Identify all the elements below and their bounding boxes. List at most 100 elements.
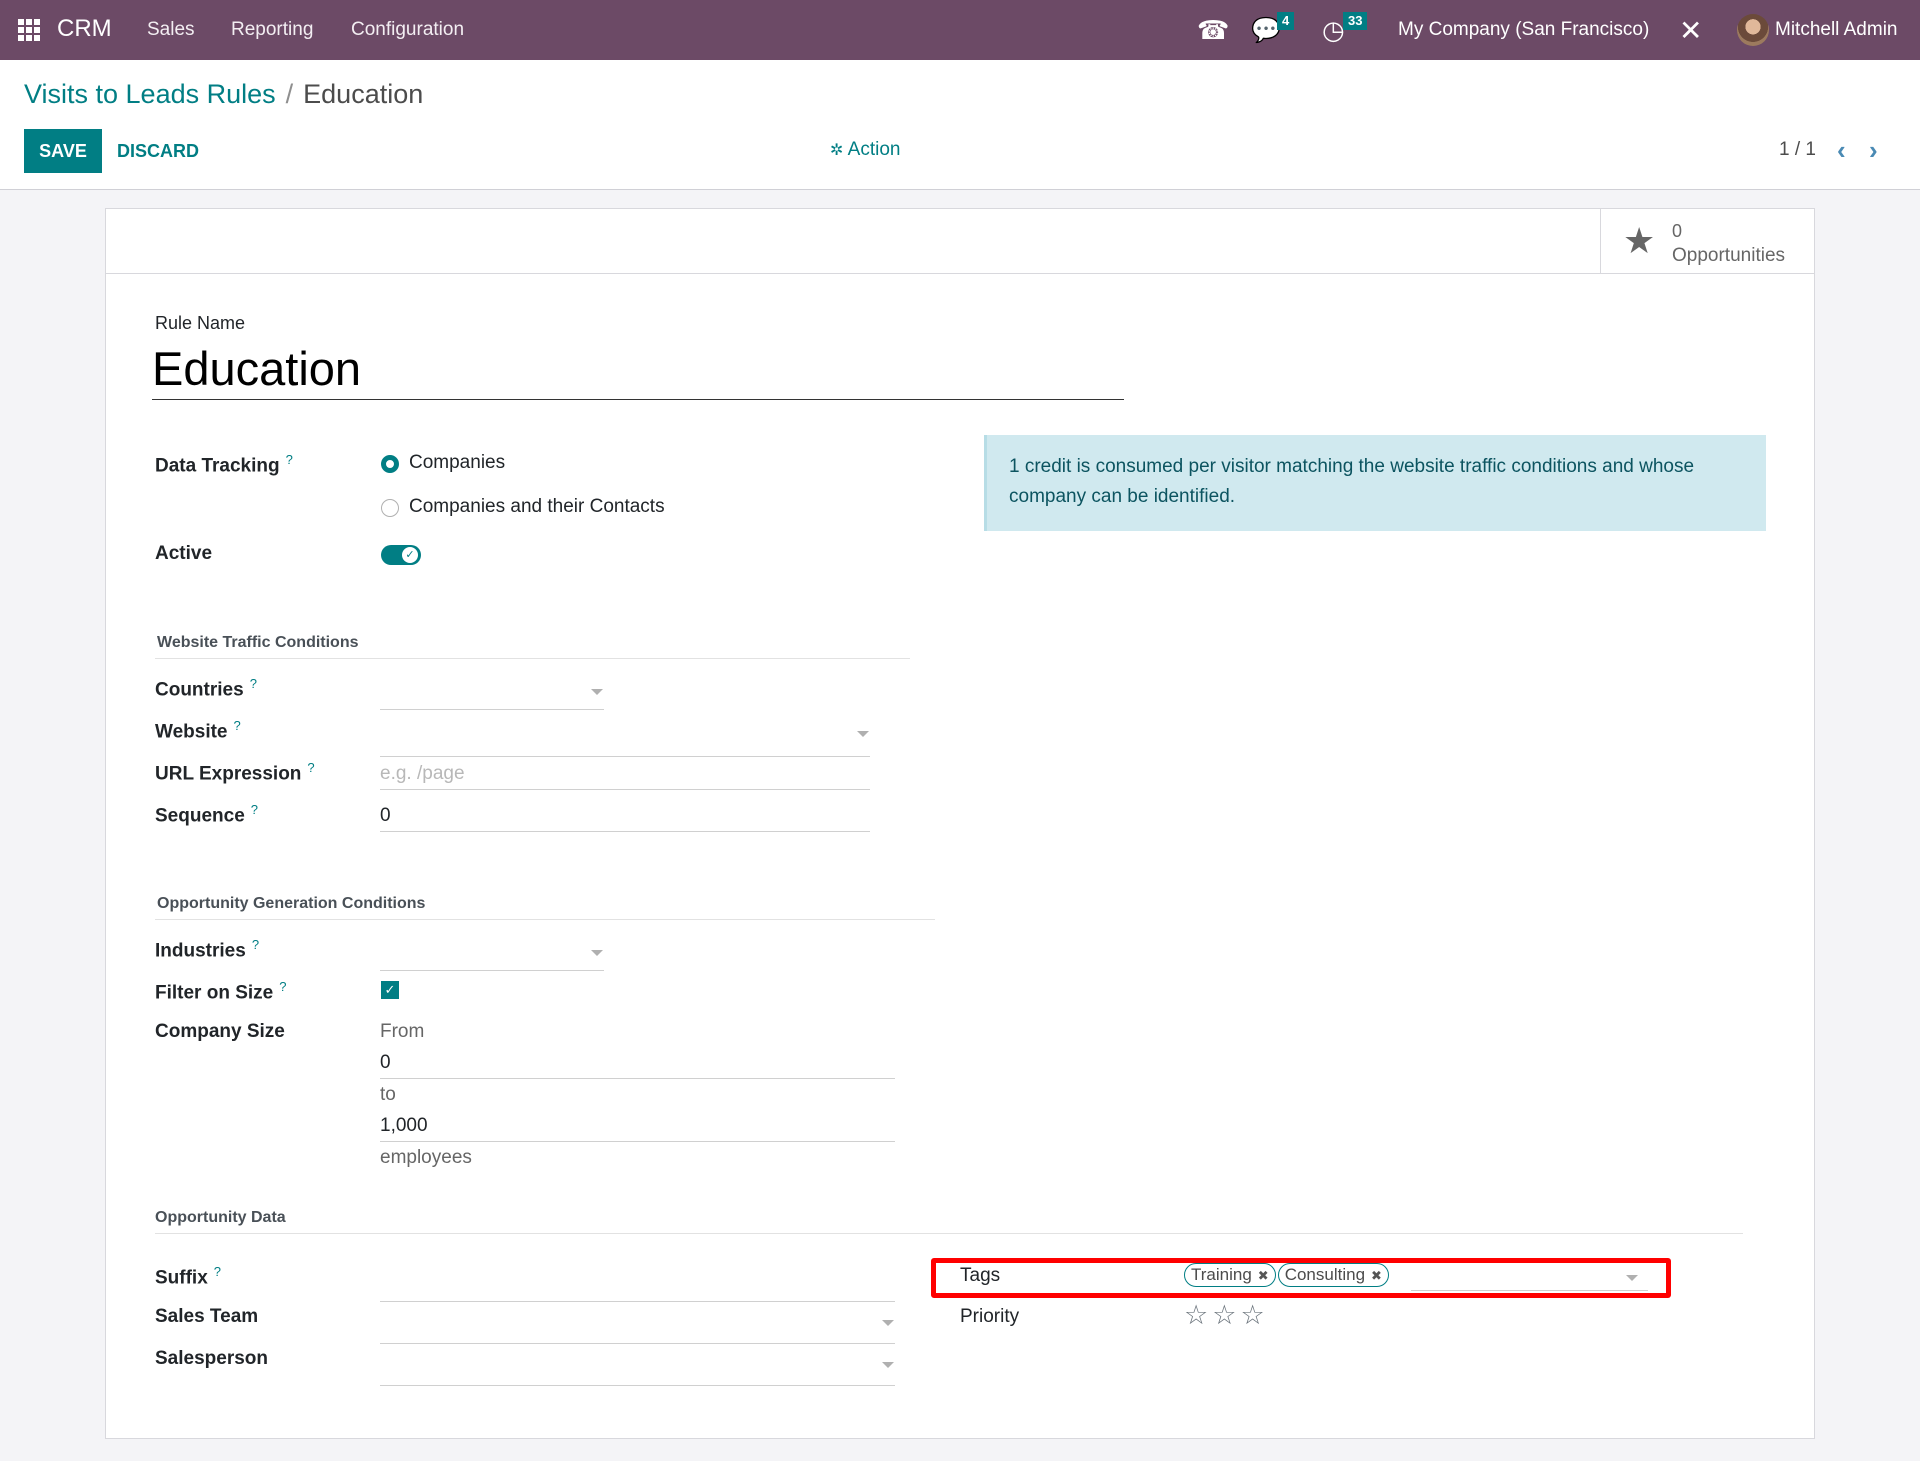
company-switcher[interactable]: My Company (San Francisco) xyxy=(1398,0,1649,60)
remove-tag-icon[interactable]: ✖ xyxy=(1258,1268,1269,1283)
help-icon[interactable]: ? xyxy=(286,452,293,467)
breadcrumb-parent[interactable]: Visits to Leads Rules xyxy=(24,79,276,109)
url-expression-label: URL Expression? xyxy=(155,760,315,785)
sequence-input[interactable]: 0 xyxy=(380,805,391,827)
website-label: Website? xyxy=(155,718,241,743)
section-title-opportunity-generation: Opportunity Generation Conditions xyxy=(157,895,426,912)
suffix-label: Suffix? xyxy=(155,1264,221,1289)
website-label-text: Website xyxy=(155,721,228,743)
company-size-from-input[interactable]: 0 xyxy=(380,1052,391,1074)
apps-icon[interactable] xyxy=(18,19,40,41)
help-icon[interactable]: ? xyxy=(250,676,257,691)
menu-configuration[interactable]: Configuration xyxy=(351,19,464,41)
help-icon[interactable]: ? xyxy=(251,802,258,817)
sequence-label: Sequence? xyxy=(155,802,258,827)
opportunities-label: Opportunities xyxy=(1672,245,1786,266)
help-icon[interactable]: ? xyxy=(279,979,286,994)
url-expression-underline xyxy=(380,789,870,790)
company-size-to-label: to xyxy=(380,1084,396,1105)
sequence-label-text: Sequence xyxy=(155,805,245,827)
radio-companies-contacts-label[interactable]: Companies and their Contacts xyxy=(409,496,665,518)
tags-label: Tags xyxy=(960,1265,1001,1286)
data-tracking-label-text: Data Tracking xyxy=(155,455,280,477)
radio-companies[interactable] xyxy=(381,455,399,473)
filter-on-size-label: Filter on Size? xyxy=(155,979,286,1004)
url-expression-label-text: URL Expression xyxy=(155,763,302,785)
save-button[interactable]: SAVE xyxy=(24,129,102,173)
countries-label: Countries? xyxy=(155,676,257,701)
company-size-unit-label: employees xyxy=(380,1147,472,1168)
gear-icon: ✲ xyxy=(830,142,844,159)
priority-widget: ☆ ☆ ☆ xyxy=(1184,1300,1269,1331)
section-title-opportunity-data: Opportunity Data xyxy=(155,1209,286,1226)
discard-button[interactable]: DISCARD xyxy=(117,129,199,173)
help-icon[interactable]: ? xyxy=(234,718,241,733)
industries-select[interactable] xyxy=(380,943,604,971)
help-icon[interactable]: ? xyxy=(252,937,259,952)
opportunities-stat-button[interactable]: ★ 0 Opportunities xyxy=(1600,209,1814,273)
company-size-from-label: From xyxy=(380,1021,425,1042)
company-size-to-input[interactable]: 1,000 xyxy=(380,1115,428,1137)
chat-icon[interactable]: 💬 xyxy=(1251,0,1281,60)
suffix-input[interactable] xyxy=(380,1264,895,1302)
radio-companies-label[interactable]: Companies xyxy=(409,452,505,474)
phone-icon[interactable]: ☎ xyxy=(1197,0,1229,60)
company-size-to-underline xyxy=(380,1141,895,1142)
priority-star-icon[interactable]: ☆ xyxy=(1240,1300,1264,1330)
rule-name-underline xyxy=(152,399,1124,400)
priority-label: Priority xyxy=(960,1306,1020,1327)
section-divider xyxy=(155,919,935,920)
section-title-website-traffic: Website Traffic Conditions xyxy=(157,634,359,651)
breadcrumb-current: Education xyxy=(303,79,424,109)
user-name: Mitchell Admin xyxy=(1775,19,1898,40)
chevron-down-icon xyxy=(857,731,869,737)
sequence-underline xyxy=(380,831,870,832)
tags-input[interactable] xyxy=(1411,1290,1648,1291)
breadcrumb: Visits to Leads Rules / Education xyxy=(24,79,423,110)
user-menu[interactable]: Mitchell Admin xyxy=(1737,0,1898,60)
action-menu[interactable]: ✲ Action xyxy=(830,139,900,161)
pager-value[interactable]: 1 / 1 xyxy=(1779,139,1816,161)
remove-tag-icon[interactable]: ✖ xyxy=(1371,1268,1382,1283)
chevron-down-icon xyxy=(882,1320,894,1326)
filter-on-size-checkbox[interactable]: ✓ xyxy=(381,981,399,999)
activity-clock-icon[interactable]: ◷ xyxy=(1322,0,1345,60)
countries-select[interactable] xyxy=(380,682,604,710)
help-icon[interactable]: ? xyxy=(307,760,314,775)
active-toggle[interactable] xyxy=(381,545,421,565)
salesperson-select[interactable] xyxy=(380,1348,895,1386)
section-divider xyxy=(155,658,910,659)
pager-previous-icon[interactable]: ‹ xyxy=(1837,135,1846,166)
top-navbar: CRM Sales Reporting Configuration ☎ 💬 4 … xyxy=(0,0,1920,60)
radio-companies-contacts[interactable] xyxy=(381,499,399,517)
sales-team-label: Sales Team xyxy=(155,1306,259,1327)
salesperson-label: Salesperson xyxy=(155,1348,268,1369)
debug-tools-icon[interactable]: ✕ xyxy=(1679,0,1702,60)
opportunities-count: 0 xyxy=(1672,221,1683,241)
rule-name-input[interactable]: Education xyxy=(152,341,361,396)
tag-chip: Consulting ✖ xyxy=(1277,1263,1389,1287)
tag-label: Training xyxy=(1191,1265,1252,1284)
menu-reporting[interactable]: Reporting xyxy=(231,19,313,41)
info-alert: 1 credit is consumed per visitor matchin… xyxy=(984,435,1766,531)
chevron-down-icon xyxy=(882,1362,894,1368)
pager-next-icon[interactable]: › xyxy=(1869,135,1878,166)
menu-sales[interactable]: Sales xyxy=(147,19,195,41)
app-name[interactable]: CRM xyxy=(57,15,112,43)
avatar xyxy=(1737,14,1769,46)
priority-star-icon[interactable]: ☆ xyxy=(1184,1300,1208,1330)
tag-label: Consulting xyxy=(1284,1265,1366,1284)
industries-label: Industries? xyxy=(155,937,259,962)
help-icon[interactable]: ? xyxy=(214,1264,221,1279)
sales-team-select[interactable] xyxy=(380,1306,895,1344)
data-tracking-label: Data Tracking? xyxy=(155,452,293,477)
action-label: Action xyxy=(847,139,901,160)
chevron-down-icon xyxy=(591,689,603,695)
control-panel: Visits to Leads Rules / Education SAVE DIS… xyxy=(0,60,1920,190)
url-expression-input[interactable]: e.g. /page xyxy=(380,763,465,785)
section-divider xyxy=(155,1233,1743,1234)
website-select[interactable] xyxy=(380,719,870,757)
priority-star-icon[interactable]: ☆ xyxy=(1212,1300,1236,1330)
tags-field[interactable]: Training ✖ Consulting ✖ xyxy=(1184,1263,1391,1287)
breadcrumb-separator: / xyxy=(285,79,294,109)
